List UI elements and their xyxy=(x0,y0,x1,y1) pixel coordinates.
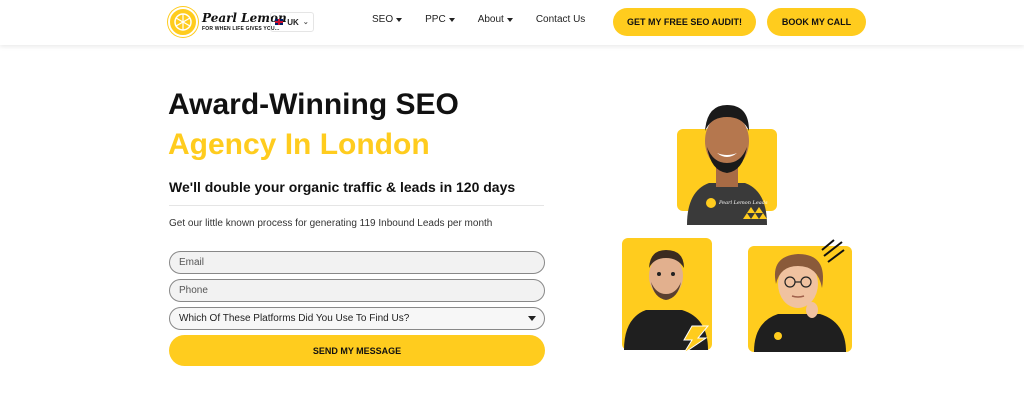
platform-select-value: Which Of These Platforms Did You Use To … xyxy=(179,313,410,324)
language-label: UK xyxy=(287,17,299,27)
nav-label: SEO xyxy=(372,14,394,25)
lemon-logo-icon xyxy=(168,7,198,37)
brand-logo[interactable]: Pearl Lemon FOR WHEN LIFE GIVES YOU... xyxy=(168,7,287,37)
card-text: Pearl Lemon Leads xyxy=(718,200,768,206)
nav-item-contact[interactable]: Contact Us xyxy=(536,14,585,25)
nav-label: PPC xyxy=(425,14,446,25)
main-nav: SEO PPC About Contact Us xyxy=(372,14,608,25)
team-photo-3 xyxy=(748,236,860,352)
language-selector[interactable]: UK ⌄ xyxy=(270,12,314,32)
caret-down-icon xyxy=(396,17,403,22)
nav-item-about[interactable]: About xyxy=(478,14,513,25)
free-seo-audit-button[interactable]: GET MY FREE SEO AUDIT! xyxy=(613,8,756,36)
phone-placeholder: Phone xyxy=(179,285,208,296)
platform-select[interactable]: Which Of These Platforms Did You Use To … xyxy=(169,307,545,330)
site-header: Pearl Lemon FOR WHEN LIFE GIVES YOU... U… xyxy=(0,0,1024,45)
uk-flag-icon xyxy=(275,19,284,25)
email-placeholder: Email xyxy=(179,257,205,268)
caret-down-icon xyxy=(448,17,455,22)
caret-down-icon xyxy=(506,17,513,22)
nav-label: About xyxy=(477,14,504,25)
hero-title-highlight: Agency In London xyxy=(168,128,430,161)
divider xyxy=(169,205,544,206)
nav-item-ppc[interactable]: PPC xyxy=(425,14,455,25)
nav-label: Contact Us xyxy=(535,14,586,25)
hero-subtitle: We'll double your organic traffic & lead… xyxy=(169,179,516,195)
send-message-button[interactable]: SEND MY MESSAGE xyxy=(169,335,545,366)
team-photo-2 xyxy=(622,238,714,353)
email-field[interactable]: Email xyxy=(169,251,545,274)
phone-field[interactable]: Phone xyxy=(169,279,545,302)
nav-item-seo[interactable]: SEO xyxy=(372,14,403,25)
hero-title: Award-Winning SEO xyxy=(168,88,459,121)
caret-down-icon xyxy=(528,316,536,321)
chevron-down-icon: ⌄ xyxy=(302,19,309,26)
book-call-button[interactable]: BOOK MY CALL xyxy=(767,8,866,36)
team-photo-1: Pearl Lemon Leads xyxy=(677,91,777,225)
hero-description: Get our little known process for generat… xyxy=(169,218,493,229)
